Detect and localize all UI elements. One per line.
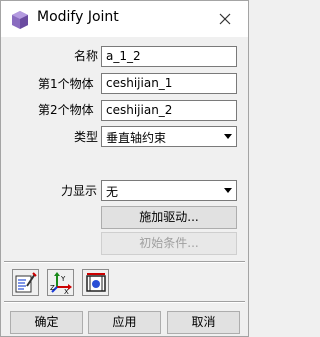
body1-field[interactable]: ceshijian_1 bbox=[101, 73, 237, 94]
apply-drive-button[interactable]: 施加驱动... bbox=[101, 206, 237, 229]
coordinate-axes-button[interactable]: Y Z X bbox=[47, 269, 74, 296]
svg-text:Z: Z bbox=[50, 284, 55, 292]
edit-properties-icon bbox=[15, 272, 37, 293]
initial-conditions-button[interactable]: 初始条件... bbox=[101, 232, 237, 255]
ok-button[interactable]: 确定 bbox=[10, 311, 83, 334]
chevron-down-icon bbox=[224, 188, 232, 193]
svg-text:Y: Y bbox=[60, 275, 66, 283]
type-select[interactable]: 垂直轴约束 bbox=[101, 126, 237, 147]
chevron-down-icon bbox=[224, 134, 232, 139]
divider bbox=[4, 261, 245, 263]
close-button[interactable] bbox=[202, 1, 248, 37]
cube-icon bbox=[12, 11, 28, 29]
apply-button[interactable]: 应用 bbox=[88, 311, 161, 334]
name-field[interactable]: a_1_2 bbox=[101, 46, 237, 67]
body1-label: 第1个物体 bbox=[38, 77, 94, 91]
force-display-label: 力显示 bbox=[61, 184, 98, 198]
close-icon bbox=[219, 13, 231, 25]
name-label: 名称 bbox=[74, 49, 99, 63]
joint-marker-button[interactable] bbox=[82, 269, 109, 296]
edit-properties-button[interactable] bbox=[12, 269, 39, 296]
body2-field[interactable]: ceshijian_2 bbox=[101, 100, 237, 121]
cancel-button[interactable]: 取消 bbox=[167, 311, 240, 334]
divider bbox=[4, 301, 245, 303]
title-bar: Modify Joint bbox=[1, 1, 248, 37]
coordinate-axes-icon: Y Z X bbox=[50, 272, 72, 295]
force-display-value: 无 bbox=[106, 185, 119, 199]
type-label: 类型 bbox=[74, 130, 99, 144]
body2-label: 第2个物体 bbox=[38, 103, 94, 117]
type-select-value: 垂直轴约束 bbox=[106, 131, 167, 145]
window-title: Modify Joint bbox=[37, 9, 119, 25]
svg-text:X: X bbox=[64, 288, 69, 295]
force-display-select[interactable]: 无 bbox=[101, 180, 237, 201]
joint-marker-icon bbox=[86, 273, 106, 292]
